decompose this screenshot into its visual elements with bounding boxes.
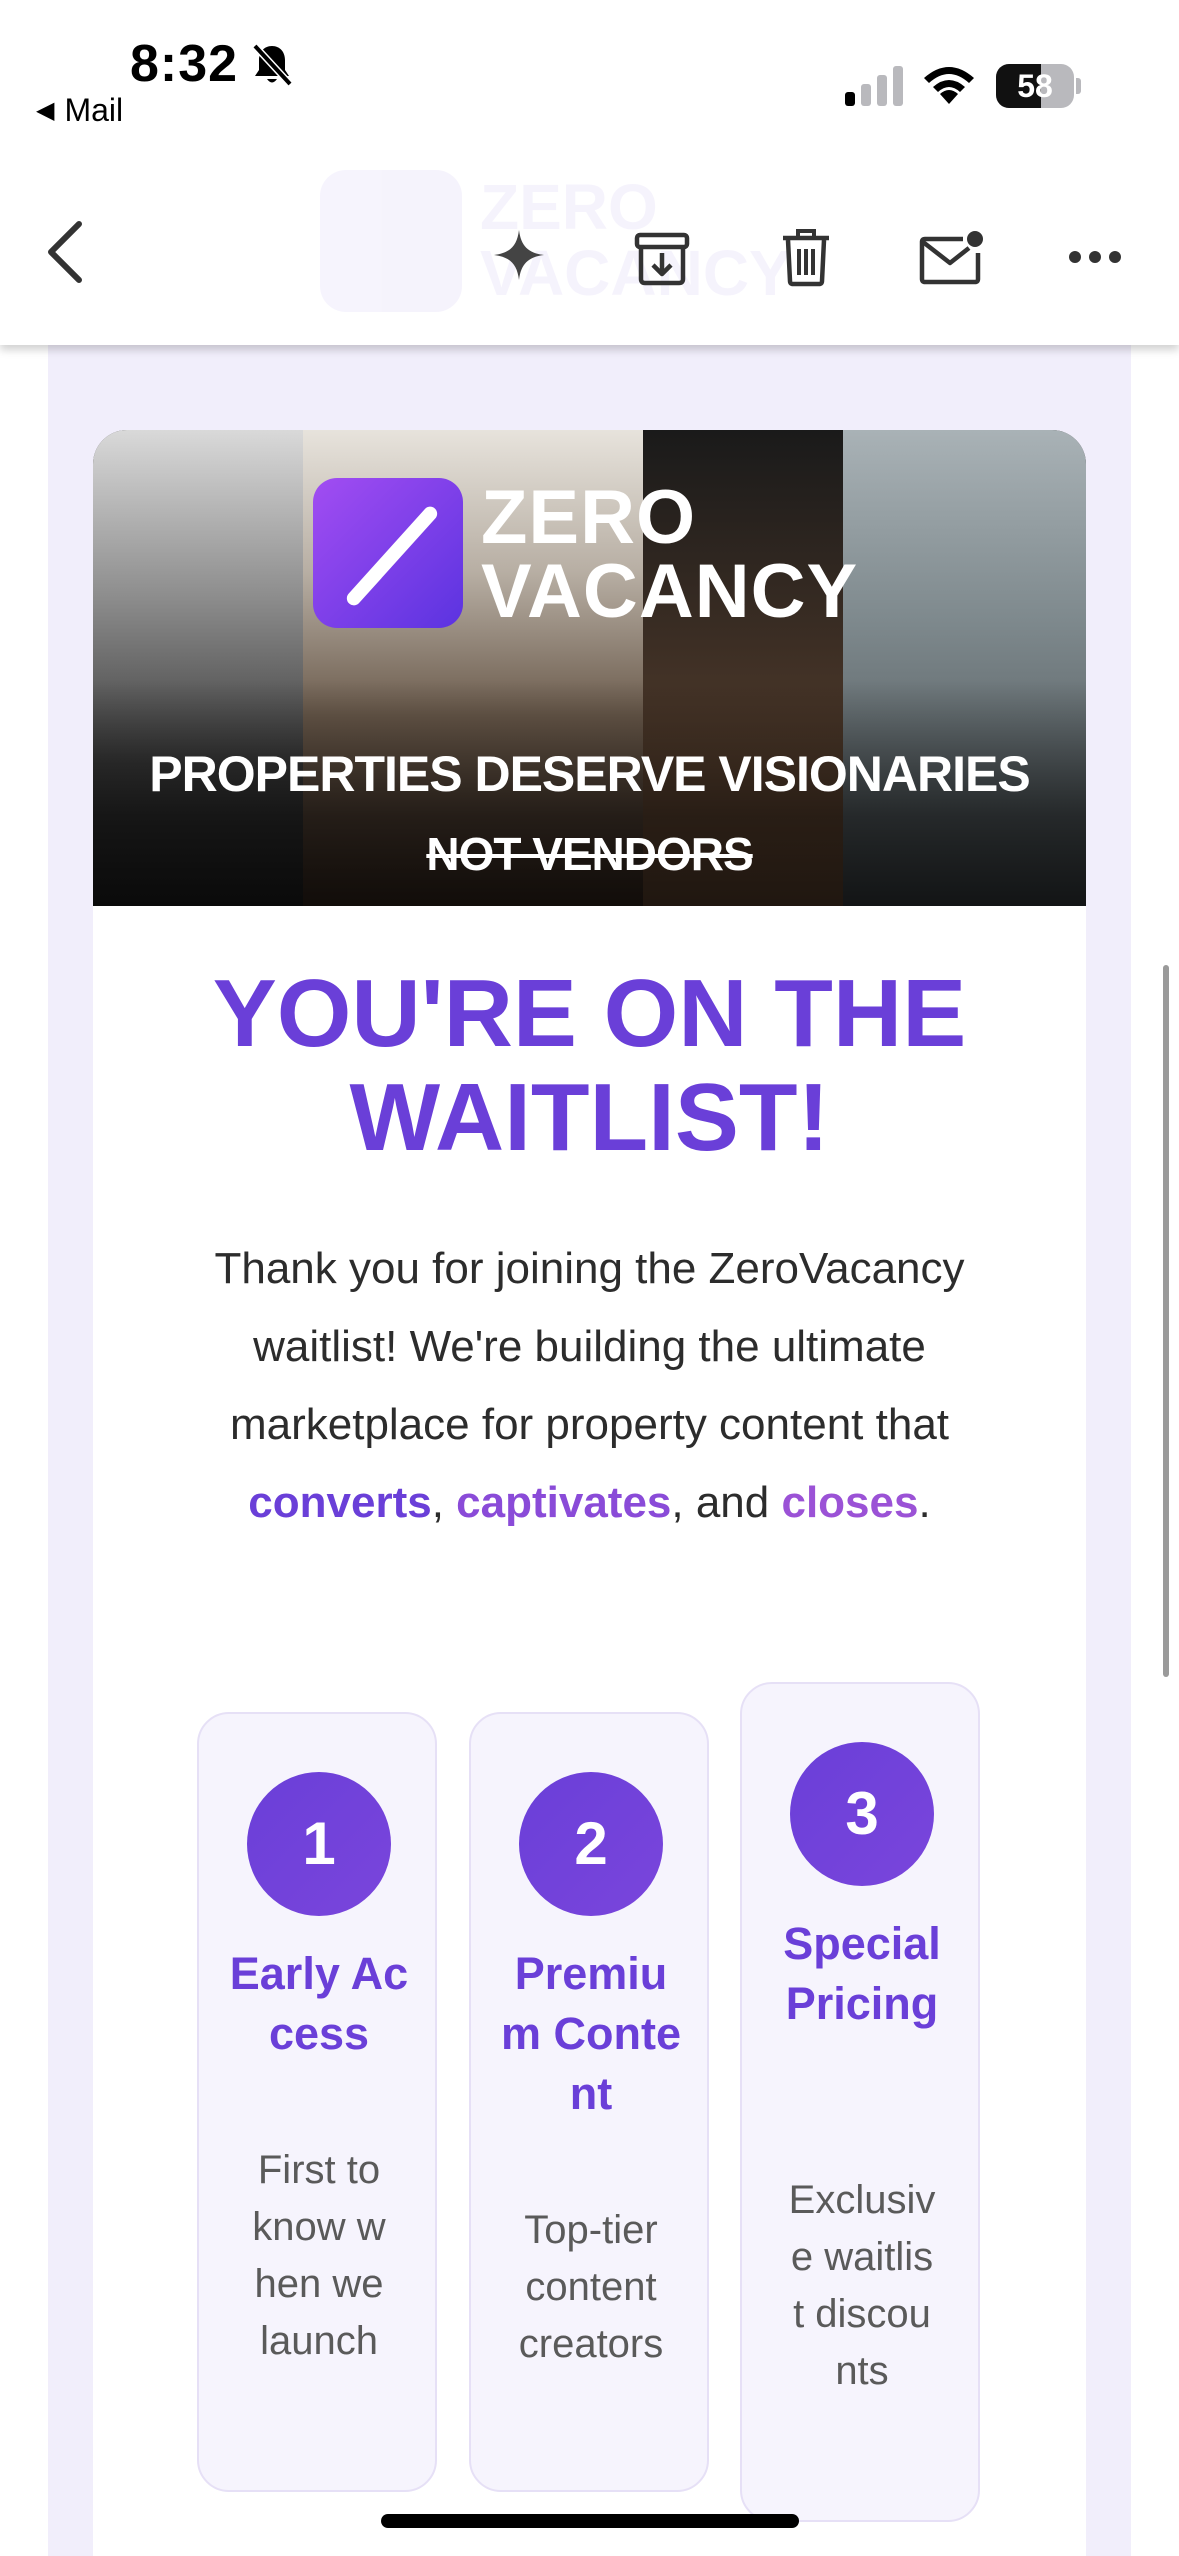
step-description: Exclusive waitlist discounts (788, 2178, 936, 2393)
back-to-mail-label: Mail (64, 92, 124, 128)
step-card-early-access: 1 Early Access First to know when we lau… (197, 1712, 437, 2492)
mark-unread-button[interactable] (912, 220, 992, 296)
highlight-converts: converts (248, 1478, 432, 1527)
step-card-premium-content: 2 Premium Content Top-tier content creat… (469, 1712, 709, 2492)
more-button[interactable] (1060, 232, 1130, 282)
wifi-icon (924, 67, 974, 104)
sparkle-icon (494, 230, 544, 280)
brand-name-line2: VACANCY (481, 549, 859, 634)
ellipsis-icon (1069, 251, 1121, 263)
brand-logo-icon (313, 478, 463, 628)
banner-tagline: PROPERTIES DESERVE VISIONARIES (149, 746, 1030, 802)
email-card: ZERO VACANCY PROPERTIES DESERVE VISIONAR… (93, 430, 1086, 2556)
bell-slash-icon (252, 43, 293, 87)
delete-button[interactable] (770, 220, 842, 296)
highlight-closes: closes (781, 1478, 919, 1527)
step-title: Special Pricing (783, 1918, 941, 2029)
step-title: Premium Content (501, 1948, 681, 2119)
scroll-indicator[interactable] (1163, 965, 1169, 1677)
banner-tagline-strikethrough: NOT VENDORS (426, 828, 753, 880)
highlight-captivates: captivates (456, 1478, 672, 1527)
step-description: Top-tier content creators (518, 2208, 664, 2366)
waitlist-headline: YOU'RE ON THE WAITLIST! (212, 960, 967, 1171)
trash-icon (783, 229, 829, 287)
cellular-signal-icon (845, 66, 903, 106)
brand-name-line1: ZERO (481, 475, 697, 560)
email-toolbar: ZERO VACANCY (0, 140, 1179, 345)
back-button[interactable] (30, 212, 100, 292)
step-card-special-pricing: 3 Special Pricing Exclusive waitlist dis… (740, 1682, 980, 2522)
status-bar: 8:32 ◀ Mail 58 (0, 0, 1179, 140)
home-indicator[interactable] (381, 2514, 799, 2528)
chevron-left-icon (48, 221, 82, 283)
step-title: Early Access (229, 1948, 409, 2059)
step-description: First to know when we launch (252, 2148, 386, 2363)
back-triangle-icon: ◀ (36, 97, 55, 124)
back-to-mail-link[interactable]: ◀ Mail (36, 92, 123, 129)
step-number-badge: 3 (790, 1742, 934, 1886)
battery-indicator: 58 (996, 64, 1081, 108)
apple-intelligence-button[interactable] (484, 220, 554, 290)
hero-banner: ZERO VACANCY PROPERTIES DESERVE VISIONAR… (93, 430, 1086, 906)
status-time: 8:32 (130, 35, 239, 93)
intro-paragraph: Thank you for joining the ZeroVacancy wa… (214, 1244, 965, 1527)
screen: 8:32 ◀ Mail 58 ZERO VACANCY ZERO VACANCY… (0, 0, 1179, 2556)
mail-unread-icon (919, 231, 983, 285)
battery-percent: 58 (1017, 68, 1053, 104)
archive-button[interactable] (624, 220, 700, 296)
archive-icon (634, 232, 690, 286)
step-number-badge: 1 (247, 1772, 391, 1916)
step-number-badge: 2 (519, 1772, 663, 1916)
